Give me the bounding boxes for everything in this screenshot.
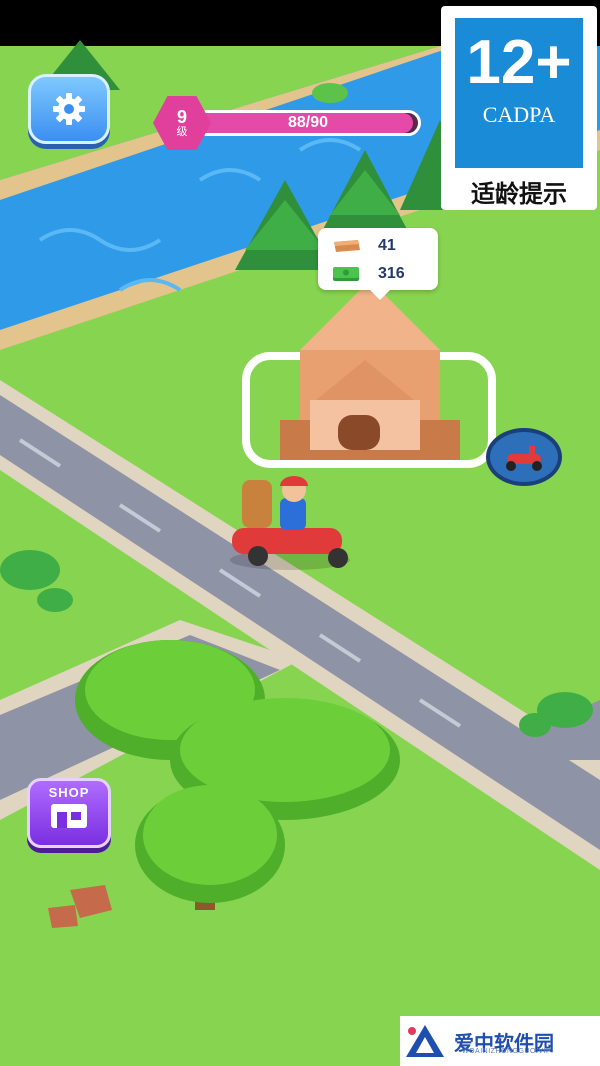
resource-requirement-bubble: 41 316 bbox=[318, 228, 438, 300]
level-progress: 88/90 9 级 bbox=[153, 96, 423, 150]
bricks-row: 41 bbox=[330, 234, 430, 258]
age-rating-panel: 12+ CADPA bbox=[455, 18, 583, 168]
site-logo-icon bbox=[406, 1025, 444, 1057]
cash-icon bbox=[333, 267, 359, 281]
lily-pad bbox=[312, 83, 348, 103]
age-rating-badge: 12+ CADPA 适龄提示 bbox=[441, 6, 597, 210]
level-number: 9 bbox=[176, 107, 187, 127]
xp-bar: 88/90 bbox=[195, 110, 421, 136]
age-rating: 12+ bbox=[466, 28, 572, 97]
moped-upgrade-button[interactable] bbox=[486, 428, 562, 486]
moped-icon bbox=[506, 446, 542, 471]
rating-tip: 适龄提示 bbox=[471, 181, 567, 208]
site-watermark: 爱中软件园 WOAINIZHONGGUO.VIP bbox=[400, 1016, 600, 1066]
settings-button[interactable] bbox=[28, 74, 110, 144]
brick-icon bbox=[334, 240, 360, 252]
cash-row: 316 bbox=[330, 262, 430, 286]
gear-icon bbox=[53, 93, 85, 125]
shop-button[interactable]: SHOP bbox=[27, 778, 111, 848]
level-unit: 级 bbox=[176, 126, 188, 138]
site-url: WOAINIZHONGGUO.VIP bbox=[462, 1048, 552, 1055]
level-badge: 9 级 bbox=[153, 96, 211, 150]
bricks-count: 41 bbox=[378, 237, 396, 254]
shop-icon bbox=[51, 804, 87, 828]
rating-org: CADPA bbox=[482, 102, 556, 127]
xp-text: 88/90 bbox=[287, 114, 329, 131]
cash-count: 316 bbox=[378, 265, 405, 282]
shop-label: SHOP bbox=[48, 785, 90, 800]
